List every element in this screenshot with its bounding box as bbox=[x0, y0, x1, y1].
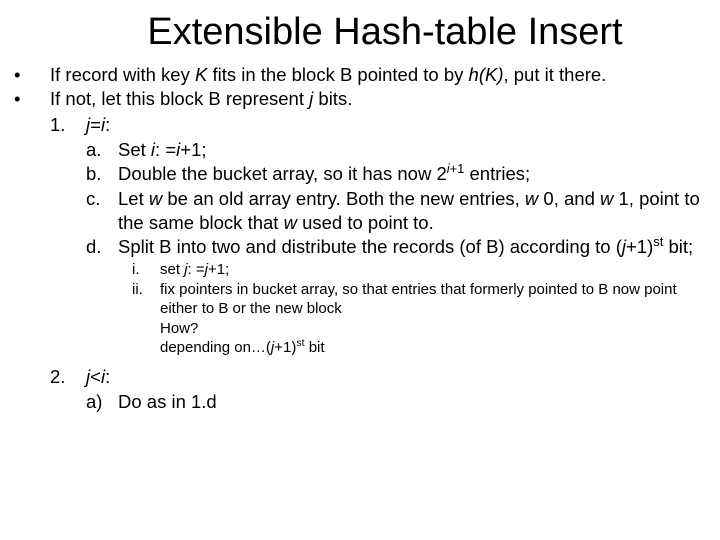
slide-title: Extensible Hash-table Insert bbox=[64, 8, 706, 57]
bullet-1: • If record with key K fits in the block… bbox=[14, 63, 706, 87]
step-1b: b. Double the bucket array, so it has no… bbox=[86, 162, 706, 186]
step-2-text: j<i: bbox=[86, 365, 706, 389]
step-1c-marker: c. bbox=[86, 187, 118, 234]
step-1c: c. Let w be an old array entry. Both the… bbox=[86, 187, 706, 234]
step-1a-marker: a. bbox=[86, 138, 118, 162]
step-1-marker: 1. bbox=[50, 113, 86, 137]
step-1d-i-text: set j: =j+1; bbox=[160, 260, 706, 279]
step-1c-text: Let w be an old array entry. Both the ne… bbox=[118, 187, 706, 234]
step-1d-ii-text: fix pointers in bucket array, so that en… bbox=[160, 280, 706, 318]
step-1: 1. j=i: bbox=[50, 113, 706, 137]
step-1d-i: i. set j: =j+1; bbox=[132, 260, 706, 279]
step-1d-how: How? bbox=[160, 319, 706, 338]
bullet-1-text: If record with key K fits in the block B… bbox=[50, 63, 706, 87]
step-1-text: j=i: bbox=[86, 113, 706, 137]
bullet-marker: • bbox=[14, 63, 50, 87]
step-2a: a) Do as in 1.d bbox=[86, 390, 706, 414]
step-1a-text: Set i: =i+1; bbox=[118, 138, 706, 162]
step-1d-text: Split B into two and distribute the reco… bbox=[118, 235, 706, 259]
step-1d-marker: d. bbox=[86, 235, 118, 259]
step-1b-text: Double the bucket array, so it has now 2… bbox=[118, 162, 706, 186]
step-1b-marker: b. bbox=[86, 162, 118, 186]
bullet-2: • If not, let this block B represent j b… bbox=[14, 87, 706, 111]
step-2: 2. j<i: bbox=[50, 365, 706, 389]
roman-marker: ii. bbox=[132, 280, 160, 318]
step-1d: d. Split B into two and distribute the r… bbox=[86, 235, 706, 259]
step-1a: a. Set i: =i+1; bbox=[86, 138, 706, 162]
step-1d-ii: ii. fix pointers in bucket array, so tha… bbox=[132, 280, 706, 318]
bullet-2-text: If not, let this block B represent j bit… bbox=[50, 87, 706, 111]
step-2-marker: 2. bbox=[50, 365, 86, 389]
roman-marker: i. bbox=[132, 260, 160, 279]
step-2a-marker: a) bbox=[86, 390, 118, 414]
step-1d-depending: depending on…(j+1)st bit bbox=[160, 338, 706, 357]
bullet-marker: • bbox=[14, 87, 50, 111]
step-2a-text: Do as in 1.d bbox=[118, 390, 706, 414]
